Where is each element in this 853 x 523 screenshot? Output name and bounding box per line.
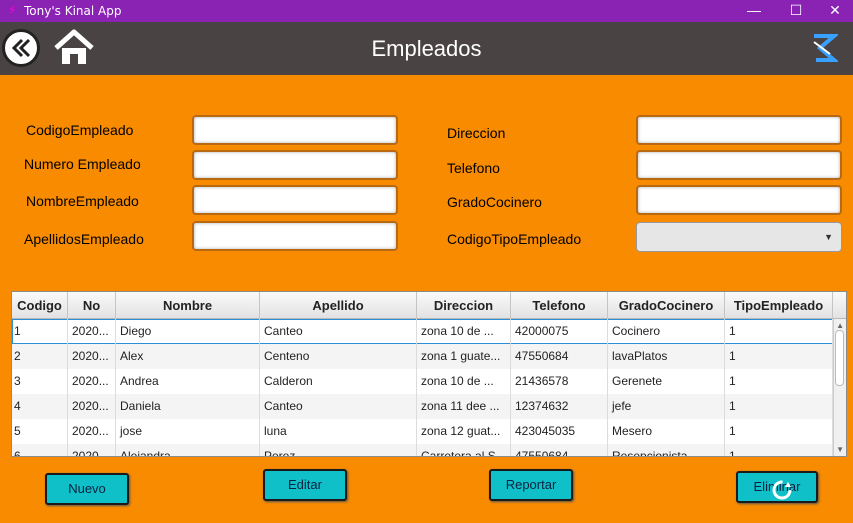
cell-telefono: 12374632 (511, 394, 608, 419)
cell-codigo: 4 (12, 394, 68, 419)
cell-direccion: zona 11 dee ... (417, 394, 511, 419)
cell-tipo-empleado: 1 (725, 344, 833, 369)
numero-empleado-input[interactable] (192, 150, 398, 180)
cell-telefono: 47550684 (511, 344, 608, 369)
cell-direccion: zona 1 guate... (417, 344, 511, 369)
scrollbar-thumb[interactable] (835, 330, 844, 386)
cell-codigo: 3 (12, 369, 68, 394)
grado-cocinero-input[interactable] (636, 185, 842, 215)
table-row[interactable]: 1 2020... Diego Canteo zona 10 de ... 42… (12, 319, 833, 344)
column-header-no[interactable]: No (68, 292, 116, 319)
cell-apellido: luna (260, 419, 417, 444)
cell-apellido: Centeno (260, 344, 417, 369)
cell-codigo: 5 (12, 419, 68, 444)
apellidos-empleado-label: ApellidosEmpleado (24, 231, 144, 247)
column-header-direccion[interactable]: Direccion (417, 292, 511, 319)
cell-nombre: Andrea (116, 369, 260, 394)
cell-nombre: jose (116, 419, 260, 444)
table-row[interactable]: 4 2020... Daniela Canteo zona 11 dee ...… (12, 394, 833, 419)
cell-no: 2020... (68, 394, 116, 419)
nuevo-button[interactable]: Nuevo (45, 473, 129, 505)
table-row[interactable]: 5 2020... jose luna zona 12 guat... 4230… (12, 419, 833, 444)
cell-telefono: 21436578 (511, 369, 608, 394)
cell-nombre: Alejandra (116, 444, 260, 456)
cell-codigo: 6 (12, 444, 68, 456)
numero-empleado-label: Numero Empleado (24, 156, 141, 172)
apellidos-empleado-input[interactable] (192, 221, 398, 251)
page-title: Empleados (371, 36, 482, 61)
window-titlebar: ⚡ Tony's Kinal App — ☐ ✕ (0, 0, 853, 22)
codigo-empleado-label: CodigoEmpleado (26, 122, 134, 138)
cell-grado-cocinero: jefe (608, 394, 725, 419)
cell-grado-cocinero: lavaPlatos (608, 344, 725, 369)
cell-apellido: Calderon (260, 369, 417, 394)
window-title: Tony's Kinal App (24, 4, 122, 18)
cell-apellido: Canteo (260, 394, 417, 419)
close-button[interactable]: ✕ (821, 0, 849, 22)
column-header-apellido[interactable]: Apellido (260, 292, 417, 319)
scroll-up-icon[interactable]: ▲ (836, 321, 844, 330)
cell-direccion: zona 10 de ... (417, 369, 511, 394)
cell-tipo-empleado: 1 (725, 369, 833, 394)
cell-codigo: 1 (12, 319, 68, 344)
maximize-button[interactable]: ☐ (782, 0, 810, 22)
nombre-empleado-input[interactable] (192, 185, 398, 215)
column-header-grado-cocinero[interactable]: GradoCocinero (608, 292, 725, 319)
column-header-nombre[interactable]: Nombre (116, 292, 260, 319)
direccion-input[interactable] (636, 115, 842, 145)
column-header-tipo-empleado[interactable]: TipoEmpleado (725, 292, 833, 319)
cell-tipo-empleado: 1 (725, 319, 833, 344)
table-row[interactable]: 2 2020... Alex Centeno zona 1 guate... 4… (12, 344, 833, 369)
cell-nombre: Alex (116, 344, 260, 369)
loading-cursor-icon (772, 480, 792, 500)
app-logo (810, 32, 840, 64)
grado-cocinero-label: GradoCocinero (447, 194, 542, 210)
column-header-telefono[interactable]: Telefono (511, 292, 608, 319)
cell-tipo-empleado: 1 (725, 394, 833, 419)
codigo-empleado-input[interactable] (192, 115, 398, 145)
telefono-label: Telefono (447, 160, 500, 176)
telefono-input[interactable] (636, 150, 842, 180)
minimize-button[interactable]: — (740, 0, 768, 22)
empleados-table[interactable]: Codigo No Nombre Apellido Direccion Tele… (11, 291, 847, 457)
cell-grado-cocinero: Resepcionista (608, 444, 725, 456)
column-header-codigo[interactable]: Codigo (12, 292, 68, 319)
codigo-tipo-empleado-select[interactable]: ▼ (636, 222, 842, 252)
cell-grado-cocinero: Mesero (608, 419, 725, 444)
codigo-tipo-empleado-label: CodigoTipoEmpleado (447, 231, 582, 247)
table-row[interactable]: 6 2020... Alejandra Perez Carretera al S… (12, 444, 833, 456)
reportar-button[interactable]: Reportar (489, 469, 573, 501)
nombre-empleado-label: NombreEmpleado (26, 193, 139, 209)
cell-no: 2020... (68, 444, 116, 456)
direccion-label: Direccion (447, 125, 506, 141)
cell-telefono: 47550684 (511, 444, 608, 456)
cell-nombre: Diego (116, 319, 260, 344)
cell-telefono: 42000075 (511, 319, 608, 344)
app-header: Empleados (0, 22, 853, 75)
chevron-down-icon: ▼ (824, 232, 833, 242)
scroll-down-icon[interactable]: ▼ (836, 445, 844, 454)
cell-apellido: Perez (260, 444, 417, 456)
app-icon: ⚡ (8, 3, 17, 17)
logo-icon (813, 34, 840, 62)
cell-grado-cocinero: Cocinero (608, 319, 725, 344)
cell-direccion: zona 12 guat... (417, 419, 511, 444)
cell-tipo-empleado: 1 (725, 419, 833, 444)
cell-codigo: 2 (12, 344, 68, 369)
cell-telefono: 423045035 (511, 419, 608, 444)
cell-no: 2020... (68, 419, 116, 444)
cell-grado-cocinero: Gerenete (608, 369, 725, 394)
cell-nombre: Daniela (116, 394, 260, 419)
table-header: Codigo No Nombre Apellido Direccion Tele… (12, 292, 846, 319)
cell-direccion: Carretera al S... (417, 444, 511, 456)
table-row[interactable]: 3 2020... Andrea Calderon zona 10 de ...… (12, 369, 833, 394)
cell-tipo-empleado: 1 (725, 444, 833, 456)
cell-direccion: zona 10 de ... (417, 319, 511, 344)
cell-apellido: Canteo (260, 319, 417, 344)
editar-button[interactable]: Editar (263, 469, 347, 501)
cell-no: 2020... (68, 369, 116, 394)
cell-no: 2020... (68, 319, 116, 344)
cell-no: 2020... (68, 344, 116, 369)
